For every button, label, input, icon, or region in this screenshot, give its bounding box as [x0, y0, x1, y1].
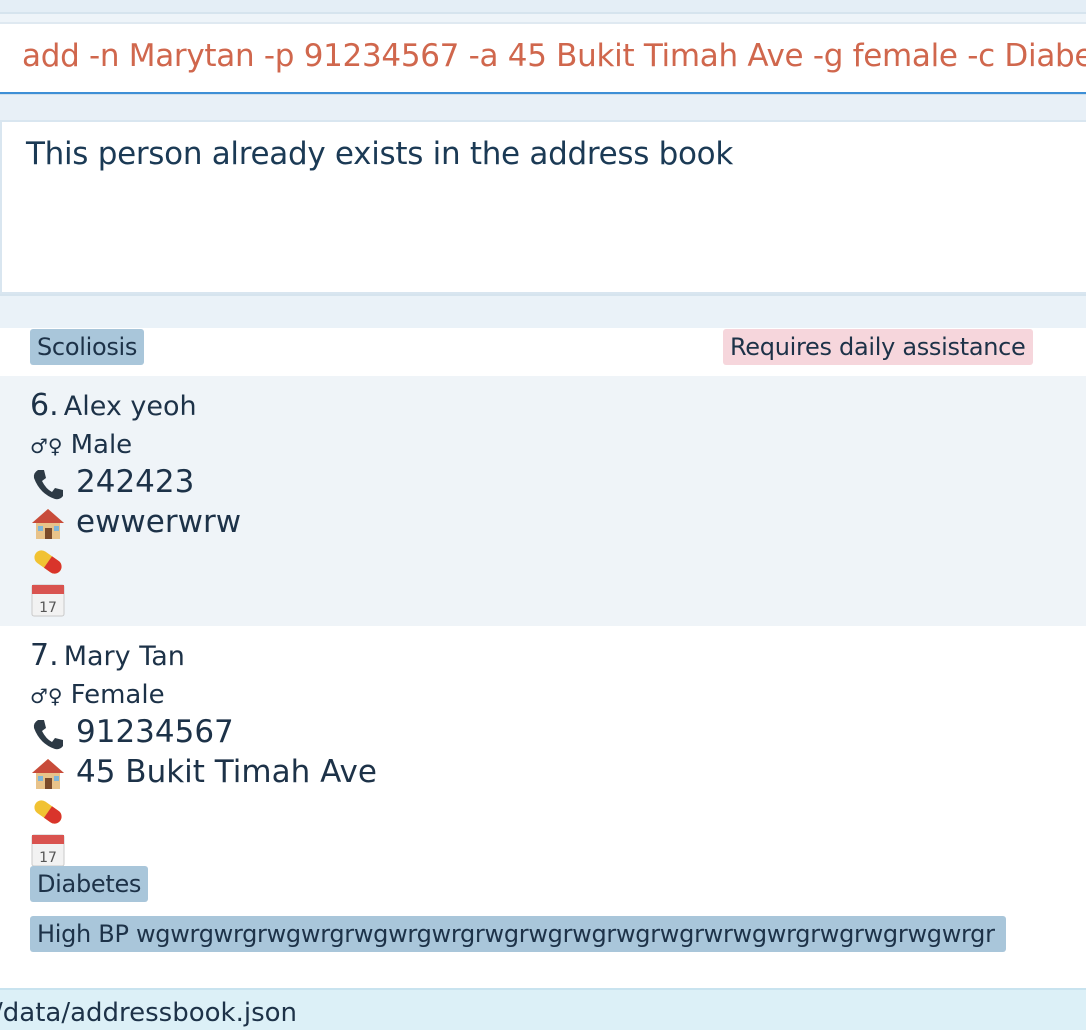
address-row: ewwerwrw	[30, 504, 241, 542]
svg-text:17: 17	[39, 850, 57, 866]
person-phone: 91234567	[76, 714, 234, 750]
phone-icon	[33, 469, 63, 499]
save-location-path: /data/addressbook.json	[0, 998, 298, 1028]
person-gender: Female	[70, 680, 165, 710]
appointment-row: 17	[30, 832, 76, 868]
command-input[interactable]: add -n Marytan -p 91234567 -a 45 Bukit T…	[22, 38, 1086, 74]
house-icon	[32, 758, 64, 789]
calendar-icon: 17	[31, 584, 65, 617]
person-card-partial[interactable]: Scoliosis Requires daily assistance	[0, 328, 1086, 376]
phone-icon	[33, 719, 63, 749]
condition-tag: High BP wgwrgwrgrwgwrgrwgwrgwrgrwgrwgrwg…	[30, 916, 1006, 952]
person-name: Mary Tan	[63, 641, 185, 672]
person-address: ewwerwrw	[76, 504, 242, 540]
spacer	[0, 294, 1086, 330]
gender-row: ♂♀ Female	[30, 680, 165, 710]
care-tag: Requires daily assistance	[723, 329, 1033, 365]
appointment-row: 17	[30, 582, 76, 618]
person-index: 7.	[30, 638, 59, 673]
person-card[interactable]: 6. Alex yeoh ♂♀ Male 242423 ewwerwrw 17	[0, 376, 1086, 626]
status-bar: /data/addressbook.json	[0, 988, 1086, 1030]
top-menu-strip	[0, 0, 1086, 14]
person-header: 7. Mary Tan	[30, 638, 185, 673]
pill-icon	[34, 550, 62, 574]
person-phone: 242423	[76, 464, 195, 500]
spacer	[0, 14, 1086, 22]
house-icon	[32, 508, 64, 539]
gender-icon: ♂♀	[30, 434, 63, 458]
command-box[interactable]: add -n Marytan -p 91234567 -a 45 Bukit T…	[0, 22, 1086, 94]
calendar-icon: 17	[31, 834, 65, 867]
spacer	[0, 94, 1086, 121]
medication-row	[30, 544, 76, 580]
result-message: This person already exists in the addres…	[26, 136, 733, 172]
person-address: 45 Bukit Timah Ave	[76, 754, 377, 790]
person-name: Alex yeoh	[63, 391, 197, 422]
person-index: 6.	[30, 388, 59, 423]
result-display: This person already exists in the addres…	[0, 120, 1086, 294]
svg-text:17: 17	[39, 600, 57, 616]
condition-tag: Diabetes	[30, 866, 149, 902]
gender-icon: ♂♀	[30, 684, 63, 708]
person-card[interactable]: 7. Mary Tan ♂♀ Female 91234567 45 Bukit T…	[0, 626, 1086, 966]
person-list[interactable]: Scoliosis Requires daily assistance 6. A…	[0, 328, 1086, 988]
phone-row: 242423	[30, 464, 194, 502]
condition-tag: Scoliosis	[30, 329, 145, 365]
medication-row	[30, 794, 76, 830]
pill-icon	[34, 800, 62, 824]
gender-row: ♂♀ Male	[30, 430, 132, 460]
person-gender: Male	[70, 430, 133, 460]
address-row: 45 Bukit Timah Ave	[30, 754, 377, 792]
phone-row: 91234567	[30, 714, 234, 752]
person-header: 6. Alex yeoh	[30, 388, 197, 423]
